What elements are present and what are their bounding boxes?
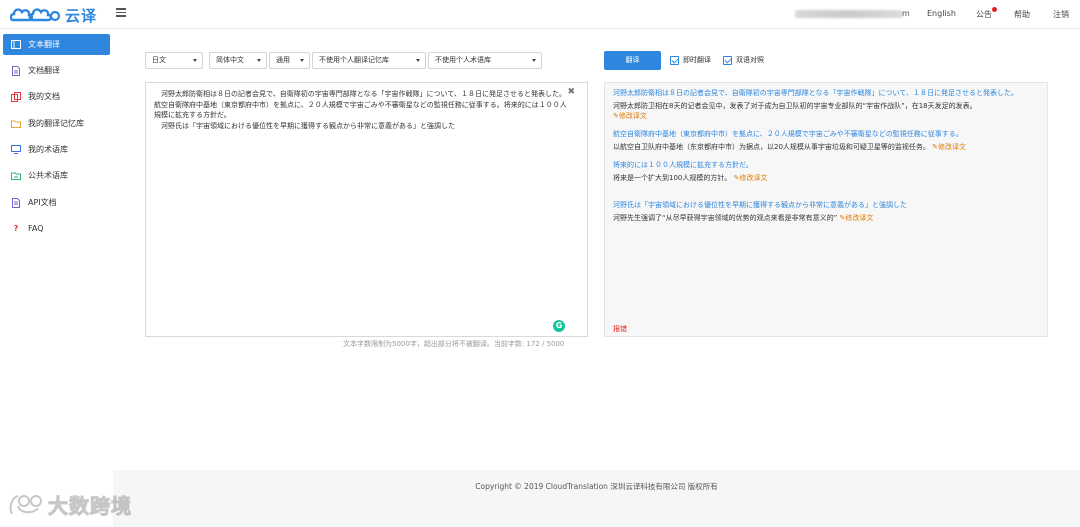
paragraph-source: 河野太郎防衛相は８日の記者会見で、自衛隊初の宇宙専門部隊となる「宇宙作戦隊」につ… <box>613 89 1018 97</box>
paragraph-source: 河野氏は「宇宙領域における優位性を早期に獲得する観点から非常に意義がある」と強調… <box>613 201 907 209</box>
brand-name: 云译 <box>65 7 98 25</box>
user-account-suffix[interactable]: m <box>902 9 910 18</box>
sidebar-item-api-doc[interactable]: API文档 <box>3 192 110 213</box>
logo[interactable]: 云译 <box>10 5 97 26</box>
translation-text: 将来是一个扩大到100人规模的方针。 <box>613 174 732 182</box>
edit-translation-link[interactable]: ✎修改译文 <box>932 143 966 151</box>
sidebar-item-label: 我的术语库 <box>28 145 68 154</box>
checkbox-checked-icon <box>670 55 679 65</box>
target-language-select[interactable]: 简体中文 <box>209 52 267 69</box>
bilingual-checkbox[interactable]: 双语对照 <box>723 55 764 65</box>
chevron-down-icon <box>416 59 420 62</box>
user-account-blurred[interactable] <box>795 10 903 18</box>
sidebar-item-doc-translation[interactable]: 文档翻译 <box>3 60 110 81</box>
edit-label: 修改译文 <box>618 112 647 120</box>
bilingual-label: 双语对照 <box>736 56 764 64</box>
sidebar-item-faq[interactable]: ? FAQ <box>3 218 110 239</box>
bilingual-paragraph: 河野氏は「宇宙領域における優位性を早期に獲得する観点から非常に意義がある」と強調… <box>613 200 1039 223</box>
translate-button[interactable]: 翻译 <box>604 51 661 70</box>
folder-share-icon <box>10 171 22 181</box>
chevron-down-icon <box>257 59 261 62</box>
sidebar-item-public-termbase[interactable]: 公共术语库 <box>3 165 110 186</box>
edit-label: 修改译文 <box>938 143 967 151</box>
target-language-value: 简体中文 <box>216 56 244 64</box>
footer: Copyright © 2019 CloudTranslation 深圳云译科技… <box>113 470 1080 527</box>
paragraph-translation: 河野太郎防卫相在8天的记者会见中，发表了对于成为自卫队初的宇宙专业部队的“宇宙作… <box>613 101 1039 121</box>
paragraph-translation: 河野先生强调了“从尽早获得宇宙领域的优势的观点来看是非常有意义的” ✎修改译文 <box>613 213 1039 223</box>
report-error-link[interactable]: 报错 <box>613 324 627 334</box>
termbase-select[interactable]: 不使用个人术语库 <box>428 52 542 69</box>
notice-link[interactable]: 公告 <box>976 9 992 20</box>
sidebar-item-my-docs[interactable]: 我的文档 <box>3 86 110 107</box>
sidebar: 文本翻译 文档翻译 我的文档 我的翻译记忆库 我的术语库 公共术语库 API文档… <box>0 29 113 527</box>
close-icon[interactable]: ✖ <box>567 87 575 97</box>
source-text-area[interactable]: 河野太郎防衛相は８日の記者会見で、自衛隊初の宇宙専門部隊となる「宇宙作戦隊」につ… <box>145 82 588 337</box>
paragraph-translation: 将来是一个扩大到100人规模的方针。 ✎修改译文 <box>613 173 1039 183</box>
bilingual-paragraph: 航空自衛隊府中基地（東京都府中市）を拠点に、２０人規模で宇宙ごみや不審衛星などの… <box>613 129 1039 152</box>
copyright-text: Copyright © 2019 CloudTranslation 深圳云译科技… <box>475 482 718 491</box>
sidebar-item-label: 公共术语库 <box>28 171 68 180</box>
sidebar-item-label: FAQ <box>28 224 44 233</box>
document-icon <box>10 65 22 76</box>
watermark: 大数跨境 <box>8 490 132 519</box>
bilingual-paragraph: 河野太郎防衛相は８日の記者会見で、自衛隊初の宇宙専門部隊となる「宇宙作戦隊」につ… <box>613 88 1039 121</box>
termbase-value: 不使用个人术语库 <box>435 56 491 64</box>
paragraph-source: 航空自衛隊府中基地（東京都府中市）を拠点に、２０人規模で宇宙ごみや不審衛星などの… <box>613 130 963 138</box>
source-language-select[interactable]: 日文 <box>145 52 203 69</box>
paragraph-source: 将来的には１００人規模に拡充する方針だ。 <box>613 161 753 169</box>
text-doc-icon <box>10 40 22 50</box>
sidebar-item-label: 我的翻译记忆库 <box>28 119 84 128</box>
sidebar-item-text-translation[interactable]: 文本翻译 <box>3 34 110 55</box>
language-switch[interactable]: English <box>927 9 956 18</box>
sidebar-item-label: 文档翻译 <box>28 66 60 75</box>
translation-text: 河野先生强调了“从尽早获得宇宙领域的优势的观点来看是非常有意义的” <box>613 214 838 222</box>
main-panel: 日文 简体中文 通用 不使用个人翻译记忆库 不使用个人术语库 河野太郎防衛相は８… <box>113 29 1080 470</box>
translation-text: 河野太郎防卫相在8天的记者会见中，发表了对于成为自卫队初的宇宙专业部队的“宇宙作… <box>613 102 977 110</box>
domain-select[interactable]: 通用 <box>269 52 310 69</box>
edit-translation-link[interactable]: ✎修改译文 <box>840 214 874 222</box>
edit-label: 修改译文 <box>845 214 874 222</box>
sidebar-item-label: 我的文档 <box>28 92 60 101</box>
edit-translation-link[interactable]: ✎修改译文 <box>734 174 768 182</box>
character-count-note: 文本字数限制为5000字，超出部分将不被翻译。当前字数: 172 / 5000 <box>343 340 565 348</box>
question-icon: ? <box>13 224 19 233</box>
cloud-logo-icon <box>10 7 61 21</box>
api-doc-icon <box>10 197 22 208</box>
my-docs-icon <box>10 91 22 102</box>
hamburger-menu-icon[interactable] <box>116 8 126 17</box>
paragraph-translation: 以航空自卫队府中基地（东京都府中市）为据点，以20人规模从事宇宙垃圾和可疑卫星等… <box>613 142 1039 152</box>
memory-select[interactable]: 不使用个人翻译记忆库 <box>312 52 426 69</box>
sidebar-item-label: API文档 <box>28 198 57 207</box>
chevron-down-icon <box>532 59 536 62</box>
edit-translation-link[interactable]: ✎修改译文 <box>613 112 647 120</box>
folder-icon <box>10 119 22 129</box>
source-text[interactable]: 河野太郎防衛相は８日の記者会見で、自衛隊初の宇宙専門部隊となる「宇宙作戦隊」につ… <box>146 83 587 131</box>
source-language-value: 日文 <box>152 56 166 64</box>
chevron-down-icon <box>193 59 197 62</box>
instant-translate-checkbox[interactable]: 即时翻译 <box>670 55 711 65</box>
monitor-icon <box>10 145 22 155</box>
sidebar-item-my-memory[interactable]: 我的翻译记忆库 <box>3 113 110 134</box>
chevron-down-icon <box>300 59 304 62</box>
bilingual-paragraph: 将来的には１００人規模に拡充する方針だ。 将来是一个扩大到100人规模的方针。 … <box>613 160 1039 183</box>
watermark-text: 大数跨境 <box>48 494 132 519</box>
sidebar-item-my-termbase[interactable]: 我的术语库 <box>3 139 110 160</box>
help-link[interactable]: 帮助 <box>1014 9 1030 20</box>
domain-value: 通用 <box>276 56 290 64</box>
sidebar-item-label: 文本翻译 <box>28 40 60 49</box>
edit-label: 修改译文 <box>739 174 768 182</box>
watermark-logo-icon <box>9 494 42 514</box>
logout-link[interactable]: 注销 <box>1053 9 1069 20</box>
top-header: 云译 m English 公告 帮助 注销 <box>0 0 1080 29</box>
checkbox-checked-icon <box>723 55 732 65</box>
translation-output: 河野太郎防衛相は８日の記者会見で、自衛隊初の宇宙専門部隊となる「宇宙作戦隊」につ… <box>604 82 1048 337</box>
notice-badge-dot <box>992 7 997 12</box>
instant-translate-label: 即时翻译 <box>683 56 711 64</box>
translation-text: 以航空自卫队府中基地（东京都府中市）为据点，以20人规模从事宇宙垃圾和可疑卫星等… <box>613 143 930 151</box>
memory-value: 不使用个人翻译记忆库 <box>319 56 389 64</box>
grammarly-icon[interactable]: G <box>553 320 565 332</box>
